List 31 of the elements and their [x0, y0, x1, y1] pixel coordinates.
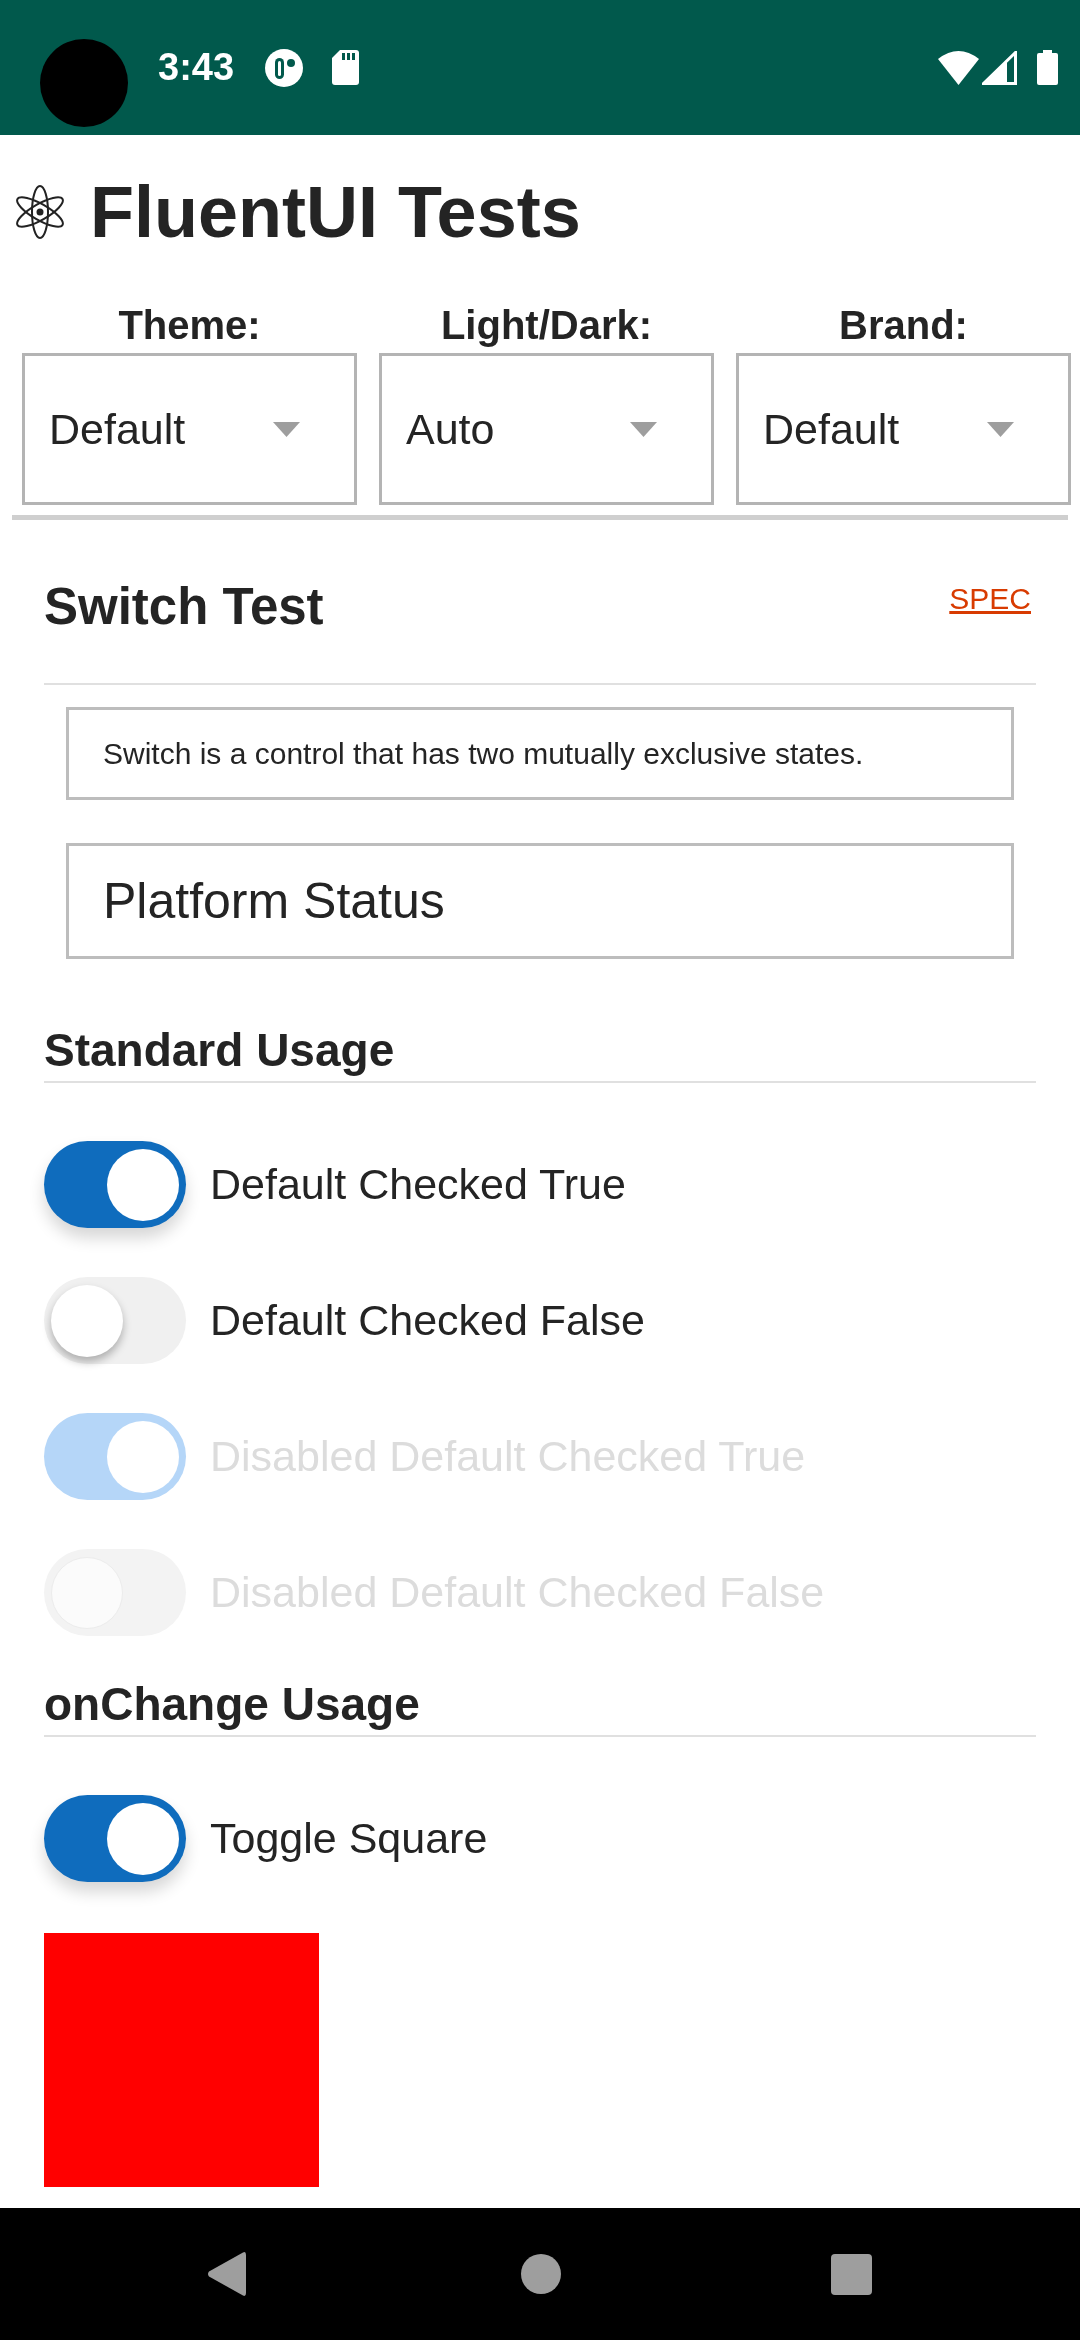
caret-icon — [630, 421, 657, 437]
back-icon[interactable] — [207, 2251, 246, 2297]
spec-link[interactable]: SPEC — [949, 581, 1031, 616]
section-heading: onChange Usage — [44, 1678, 421, 1730]
toggle-switch[interactable] — [44, 1141, 186, 1228]
picker-label: Theme: — [118, 303, 261, 347]
dropdown[interactable]: Default — [22, 353, 357, 505]
dropdown[interactable]: Auto — [379, 353, 714, 505]
switch-label: Toggle Square — [210, 1814, 488, 1863]
app-title: FluentUI Tests — [90, 176, 581, 248]
picker-label: Light/Dark: — [440, 303, 653, 347]
recents-icon[interactable] — [831, 2253, 872, 2295]
dropdown[interactable]: Default — [736, 353, 1071, 505]
sd-card-icon — [332, 50, 360, 85]
description-text: Switch is a control that has two mutually exclusive states. — [66, 707, 1014, 800]
atom-icon — [15, 184, 65, 240]
toggle-switch[interactable] — [44, 1795, 186, 1882]
home-icon[interactable] — [521, 2254, 561, 2294]
wifi-icon — [938, 50, 979, 85]
caret-icon — [987, 421, 1014, 437]
platform-status-button[interactable]: Platform Status — [66, 843, 1014, 959]
signal-icon — [982, 50, 1017, 85]
page-title: Switch Test — [44, 576, 324, 637]
status-time: 3:43 — [158, 46, 235, 89]
switch-label: Default Checked True — [210, 1160, 626, 1209]
battery-icon — [1037, 50, 1058, 85]
picker-label: Brand: — [839, 303, 968, 347]
notification-icon — [265, 48, 304, 87]
caret-icon — [273, 421, 300, 437]
switch-label: Default Checked False — [210, 1296, 645, 1345]
section-heading: Standard Usage — [44, 1024, 396, 1076]
